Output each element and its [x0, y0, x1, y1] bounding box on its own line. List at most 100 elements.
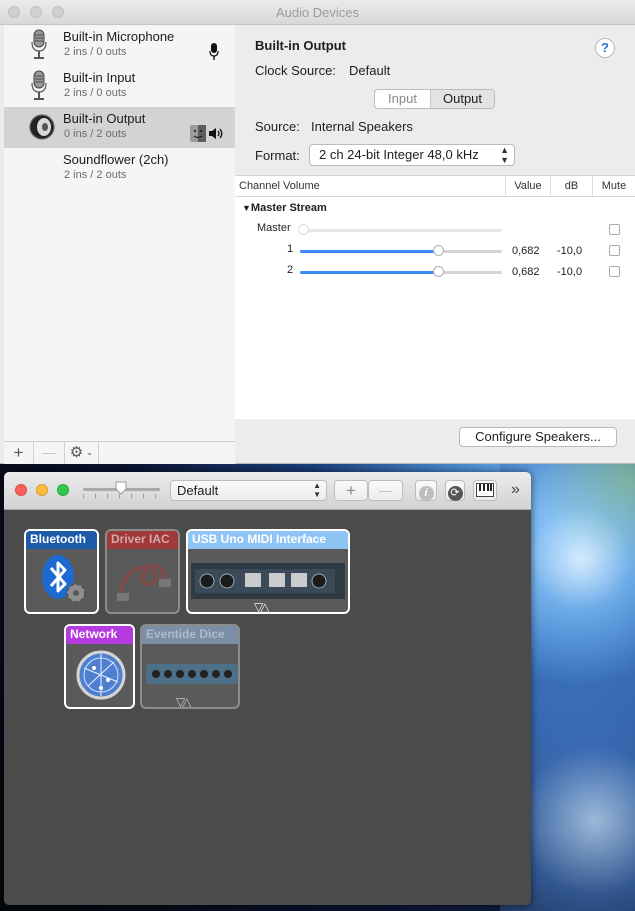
channel-1-db: -10,0 — [557, 245, 583, 257]
channel-2-value: 0,682 — [512, 266, 540, 278]
device-detail-panel: Built-in Output ? Clock Source: Default … — [235, 25, 635, 463]
master-stream-group[interactable]: ▼Master Stream — [242, 202, 327, 214]
clock-source-label: Clock Source: — [255, 63, 336, 78]
device-action-menu[interactable]: ⚙ ⌄ — [65, 442, 99, 464]
midi-device-bluetooth[interactable]: Bluetooth — [24, 529, 99, 614]
midi-device-usb-uno-midi-interface[interactable]: USB Uno MIDI Interface ▽△ — [186, 529, 350, 614]
source-value: Internal Speakers — [311, 119, 413, 134]
midi-device-network[interactable]: Network — [64, 624, 135, 709]
minimize-button[interactable] — [36, 484, 48, 496]
device-name: Built-in Microphone — [63, 29, 175, 44]
channel-1-volume-fill — [300, 250, 438, 253]
finder-icon — [190, 125, 206, 142]
device-name: Driver IAC — [107, 531, 178, 549]
row-label: 1 — [287, 243, 294, 255]
device-list: Built-in Microphone 2 ins / 0 outs Built… — [4, 25, 236, 441]
channel-2-volume-fill — [300, 271, 438, 274]
speaker-icon — [29, 114, 55, 140]
device-io: 0 ins / 2 outs — [64, 128, 127, 140]
audio-devices-window: Audio Devices Built-in Microphone 2 ins … — [0, 0, 635, 464]
column-db[interactable]: dB — [551, 176, 593, 197]
channel-volume-table: Channel Volume Value dB Mute ▼Master Str… — [235, 175, 635, 419]
format-popup[interactable]: 2 ch 24-bit Integer 48,0 kHz ▲ ▼ — [309, 144, 515, 166]
master-volume-knob — [298, 224, 309, 235]
channel-1-volume-knob[interactable] — [433, 245, 444, 256]
device-name: Built-in Input — [63, 70, 136, 85]
keyboard-icon — [476, 483, 494, 497]
info-icon: i — [418, 486, 434, 501]
device-name: Built-in Output — [63, 111, 146, 126]
usb-midi-interface-icon — [191, 563, 345, 599]
updown-arrows-icon: ▲ ▼ — [313, 481, 321, 499]
eventide-dice-icon — [146, 664, 238, 684]
rescan-midi-button[interactable]: ⟳ — [445, 480, 465, 501]
slider-ticks — [83, 494, 160, 498]
midi-ports-icon[interactable]: ▽△ — [254, 600, 270, 612]
channel-2-mute-checkbox[interactable] — [609, 266, 620, 277]
title-bar: Audio Devices — [0, 0, 635, 25]
channel-2-db: -10,0 — [557, 266, 583, 278]
add-device-button[interactable]: + — [334, 480, 368, 501]
row-label: Master — [257, 222, 291, 234]
device-item-builtin-output[interactable]: Built-in Output 0 ins / 2 outs — [4, 107, 235, 148]
disclosure-triangle-icon: ▼ — [242, 203, 251, 213]
column-channel-volume[interactable]: Channel Volume — [235, 176, 506, 197]
device-io: 2 ins / 0 outs — [64, 87, 127, 99]
configure-speakers-button[interactable]: Configure Speakers... — [459, 427, 617, 447]
chevron-down-icon: ⌄ — [83, 447, 94, 457]
device-name: Network — [66, 626, 133, 644]
device-list-toolbar: + — ⚙ ⌄ — [4, 441, 236, 464]
device-name: USB Uno MIDI Interface — [188, 531, 348, 549]
network-globe-icon — [76, 650, 126, 700]
help-button[interactable]: ? — [595, 38, 615, 58]
column-mute[interactable]: Mute — [593, 176, 635, 197]
device-name: Bluetooth — [26, 531, 97, 549]
device-item-builtin-microphone[interactable]: Built-in Microphone 2 ins / 0 outs — [4, 25, 235, 66]
tab-output[interactable]: Output — [431, 90, 494, 108]
device-io: 2 ins / 0 outs — [64, 46, 127, 58]
updown-arrows-icon: ▲ ▼ — [500, 145, 509, 165]
master-volume-slider — [300, 229, 502, 232]
remove-device-button[interactable]: — — [34, 442, 65, 464]
configuration-popup[interactable]: Default ▲ ▼ — [170, 480, 327, 501]
microphone-icon — [31, 29, 47, 59]
default-output-speaker-icon — [209, 128, 223, 139]
master-mute-checkbox[interactable] — [609, 224, 620, 235]
close-button[interactable] — [15, 484, 27, 496]
bluetooth-icon — [42, 555, 86, 603]
zoom-button[interactable] — [57, 484, 69, 496]
gear-icon: ⚙ — [69, 444, 84, 461]
test-setup-button[interactable] — [473, 480, 497, 501]
clock-source-value[interactable]: Default — [349, 63, 390, 78]
device-title: Built-in Output — [255, 38, 346, 53]
midi-studio-window: Default ▲ ▼ + — i ⟳ » Bluetooth Driver I… — [4, 472, 531, 905]
show-info-button[interactable]: i — [415, 480, 437, 501]
device-name: Eventide Dice — [142, 626, 238, 644]
tab-input[interactable]: Input — [375, 90, 431, 108]
remove-device-button[interactable]: — — [368, 480, 403, 501]
row-label: 2 — [287, 264, 294, 276]
format-value: 2 ch 24-bit Integer 48,0 kHz — [319, 147, 479, 162]
device-name: Soundflower (2ch) — [63, 152, 169, 167]
midi-ports-icon[interactable]: ▽△ — [176, 695, 192, 707]
source-label: Source: — [255, 119, 300, 134]
icon-size-slider-knob[interactable] — [115, 481, 127, 495]
rescan-icon: ⟳ — [447, 486, 463, 501]
microphone-icon — [31, 70, 47, 100]
channel-2-volume-knob[interactable] — [433, 266, 444, 277]
midi-device-eventide-dice[interactable]: Eventide Dice ▽△ — [140, 624, 240, 709]
device-item-soundflower[interactable]: Soundflower (2ch) 2 ins / 2 outs — [4, 148, 235, 189]
default-input-microphone-icon — [209, 43, 219, 60]
format-label: Format: — [255, 148, 300, 163]
window-title: Audio Devices — [275, 5, 360, 20]
toolbar-overflow-button[interactable]: » — [511, 481, 520, 499]
column-value[interactable]: Value — [506, 176, 551, 197]
add-device-button[interactable]: + — [4, 442, 34, 464]
midi-device-driver-iac[interactable]: Driver IAC — [105, 529, 180, 614]
midi-cable-icon — [117, 563, 171, 601]
device-io: 2 ins / 2 outs — [64, 169, 127, 181]
channel-1-mute-checkbox[interactable] — [609, 245, 620, 256]
configuration-value: Default — [177, 483, 219, 498]
input-output-tabs: Input Output — [374, 89, 495, 109]
device-item-builtin-input[interactable]: Built-in Input 2 ins / 0 outs — [4, 66, 235, 107]
